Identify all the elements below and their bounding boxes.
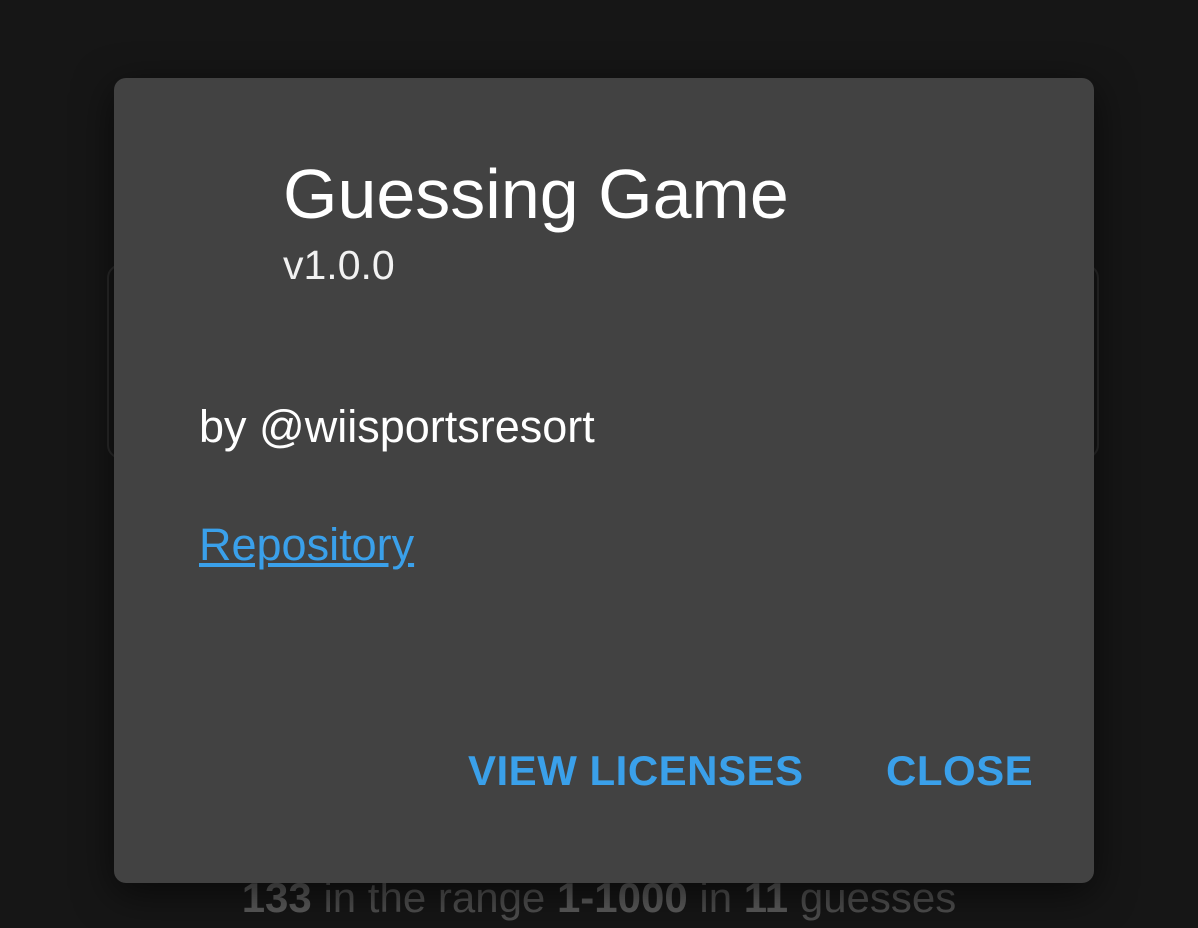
author-credit: by @wiisportsresort bbox=[199, 401, 595, 452]
repository-link[interactable]: Repository bbox=[199, 519, 414, 571]
app-version: v1.0.0 bbox=[283, 242, 395, 288]
view-licenses-button[interactable]: VIEW LICENSES bbox=[468, 746, 804, 796]
app-title: Guessing Game bbox=[283, 155, 789, 233]
close-button[interactable]: CLOSE bbox=[886, 746, 1033, 796]
about-dialog: Guessing Game v1.0.0 by @wiisportsresort… bbox=[114, 78, 1094, 883]
app-icon bbox=[198, 163, 268, 233]
